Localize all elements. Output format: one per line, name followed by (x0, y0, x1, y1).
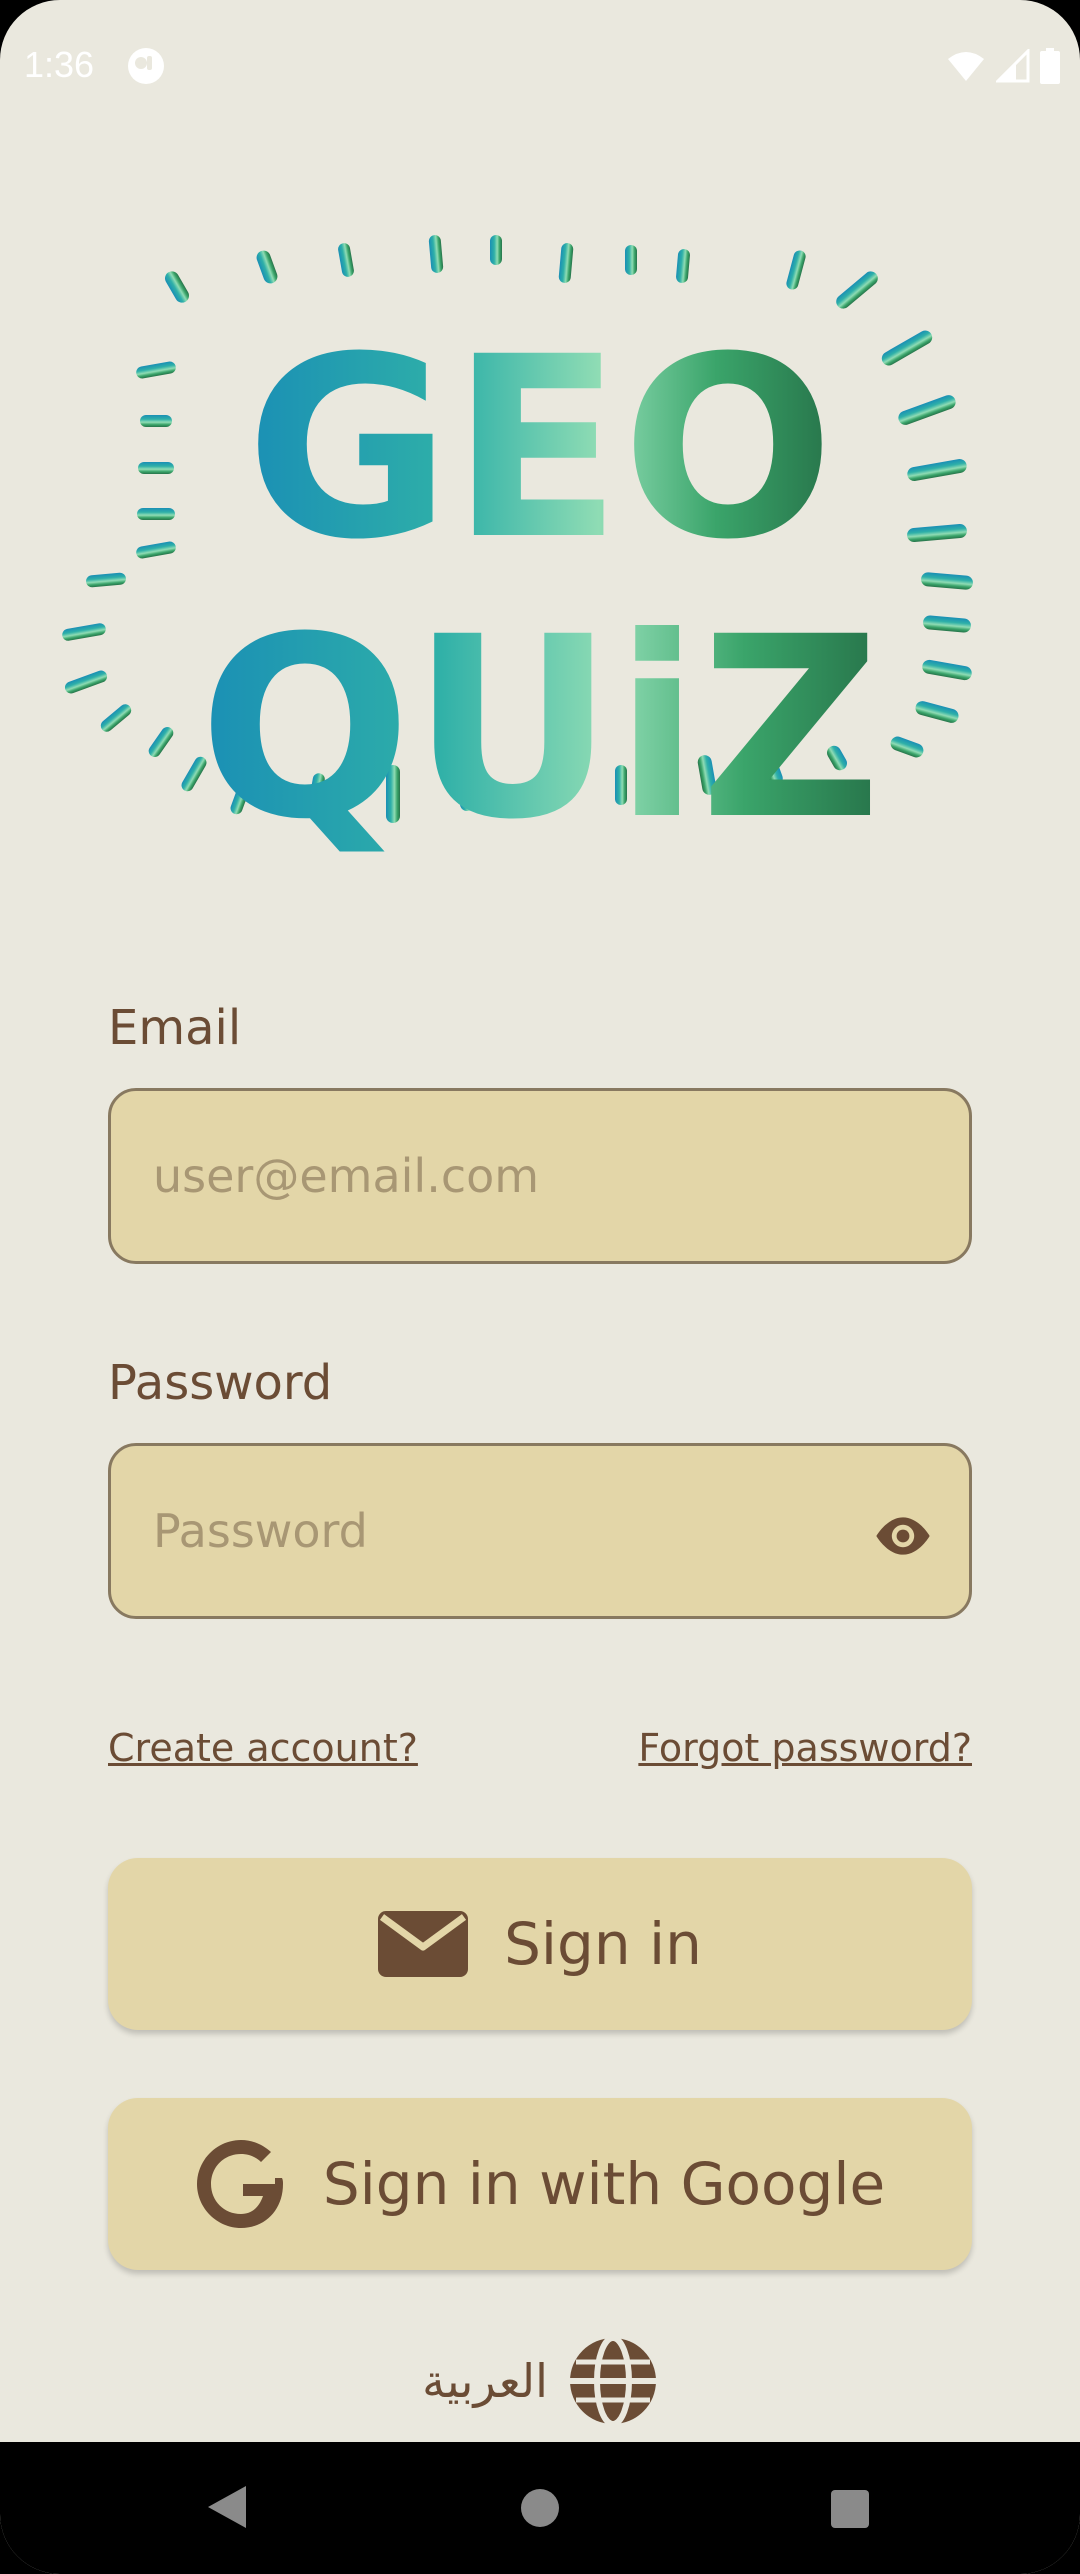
google-g-icon (196, 2140, 283, 2228)
globe-icon (569, 2336, 656, 2426)
login-screen: 1:36 GEO QUiZ Email user@email.com Passw… (0, 0, 1080, 2574)
mail-icon (378, 1911, 469, 1977)
sign-in-google-button[interactable]: Sign in with Google (108, 2098, 972, 2270)
recents-icon[interactable] (830, 2489, 870, 2529)
home-icon[interactable] (520, 2488, 560, 2528)
language-label: العربية (422, 2354, 548, 2408)
status-time: 1:36 (24, 44, 95, 85)
sign-in-label: Sign in (504, 1910, 702, 1978)
logo-line-1: GEO (246, 303, 835, 594)
navigation-bar (0, 2442, 1080, 2574)
geo-quiz-logo: GEO QUiZ (62, 235, 973, 874)
eye-icon[interactable] (871, 1504, 935, 1568)
sign-in-google-label: Sign in with Google (322, 2150, 886, 2218)
language-switcher[interactable]: العربية (0, 2336, 1080, 2426)
logo-line-2: QUiZ (199, 583, 882, 874)
signal-icon (996, 49, 1030, 83)
password-label: Password (108, 1355, 333, 1411)
app-notification-icon (128, 48, 164, 84)
password-field[interactable] (153, 1446, 873, 1616)
sign-in-button[interactable]: Sign in (108, 1858, 972, 2030)
status-icons (946, 48, 1060, 84)
email-field[interactable] (153, 1091, 873, 1261)
password-field-box[interactable] (108, 1443, 972, 1619)
forgot-password-link[interactable]: Forgot password? (638, 1726, 972, 1770)
battery-icon (1040, 48, 1060, 84)
create-account-link[interactable]: Create account? (108, 1726, 418, 1770)
wifi-icon (948, 52, 984, 81)
email-label: Email (108, 1000, 242, 1056)
back-icon[interactable] (206, 2484, 248, 2530)
email-field-box[interactable] (108, 1088, 972, 1264)
status-bar: 1:36 (0, 0, 1080, 136)
